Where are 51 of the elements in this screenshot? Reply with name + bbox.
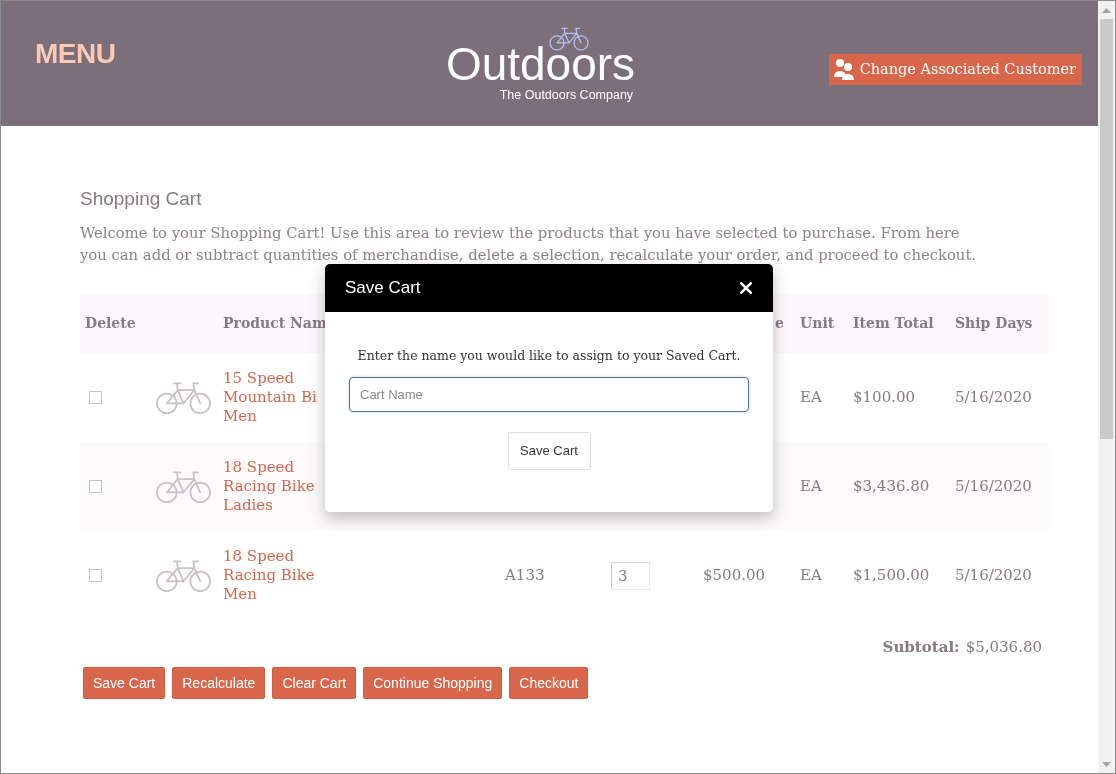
product-link[interactable]: 15 Speed Mountain Bi Men	[223, 369, 317, 426]
quantity-field[interactable]: 3	[611, 561, 650, 590]
checkbox[interactable]	[89, 569, 102, 582]
change-customer-button[interactable]: Change Associated Customer	[828, 54, 1082, 85]
menu-button[interactable]: MENU	[35, 39, 116, 69]
cart-action-button[interactable]: Recalculate	[172, 667, 266, 699]
bicycle-icon	[156, 380, 211, 415]
cart-action-button[interactable]: Save Cart	[83, 667, 166, 699]
logo-tagline: The Outdoors Company	[499, 88, 634, 102]
subtotal-value: $5,036.80	[965, 636, 1042, 658]
column-header: Ship Days	[955, 314, 1033, 333]
close-button[interactable]	[740, 282, 752, 294]
subtotal-label: Subtotal:	[882, 636, 960, 658]
scroll-up-icon[interactable]	[1102, 8, 1111, 13]
table-cell-text: 5/16/2020	[955, 387, 1032, 409]
cart-action-button[interactable]: Checkout	[509, 667, 589, 699]
checkbox[interactable]	[89, 480, 102, 493]
column-header: Unit	[800, 314, 835, 333]
table-cell-text: EA	[800, 565, 822, 587]
scrollbar[interactable]	[1098, 1, 1115, 773]
cart-name-field[interactable]: Cart Name	[349, 377, 749, 412]
column-header: e	[775, 314, 784, 333]
table-cell-text: EA	[800, 387, 822, 409]
table-cell-text: 5/16/2020	[955, 476, 1032, 498]
column-header: Delete	[85, 314, 136, 333]
table-cell-text: $3,436.80	[853, 476, 930, 498]
cart-action-button[interactable]: Clear Cart	[272, 667, 357, 699]
table-cell-text: EA	[800, 476, 822, 498]
table-cell-text: $500.00	[703, 565, 766, 587]
cart-action-button[interactable]: Continue Shopping	[363, 667, 503, 699]
product-link[interactable]: 18 Speed Racing Bike Ladies	[223, 458, 315, 515]
column-header: Product Nam	[223, 314, 327, 333]
table-cell-text: $1,500.00	[853, 565, 930, 587]
product-link[interactable]: 18 Speed Racing Bike Men	[223, 547, 315, 604]
dialog-title: Save Cart	[345, 277, 421, 300]
dialog-message: Enter the name you would like to assign to your Saved Cart.	[357, 348, 741, 364]
save-cart-button[interactable]: Save Cart	[507, 432, 591, 470]
users-icon	[833, 59, 854, 80]
column-header: Item Total	[853, 314, 934, 333]
logo-text: Outdoors	[445, 41, 636, 87]
bicycle-icon	[156, 469, 211, 504]
intro-text: Welcome to your Shopping Cart! Use this area to review the products that you have selected to purchase. From here you can add or subtract quantities of merchandise, delete a selection, recalculate your order, and proceed to checkout.	[80, 223, 978, 265]
page-title: Shopping Cart	[80, 188, 203, 210]
checkbox[interactable]	[89, 391, 102, 404]
scrollbar-thumb[interactable]	[1100, 19, 1113, 439]
table-cell-text: 5/16/2020	[955, 565, 1032, 587]
scroll-down-icon[interactable]	[1102, 762, 1111, 767]
bicycle-icon	[156, 558, 211, 593]
table-cell-text: $100.00	[853, 387, 916, 409]
table-cell-text: A133	[505, 565, 545, 587]
close-icon	[740, 282, 752, 294]
